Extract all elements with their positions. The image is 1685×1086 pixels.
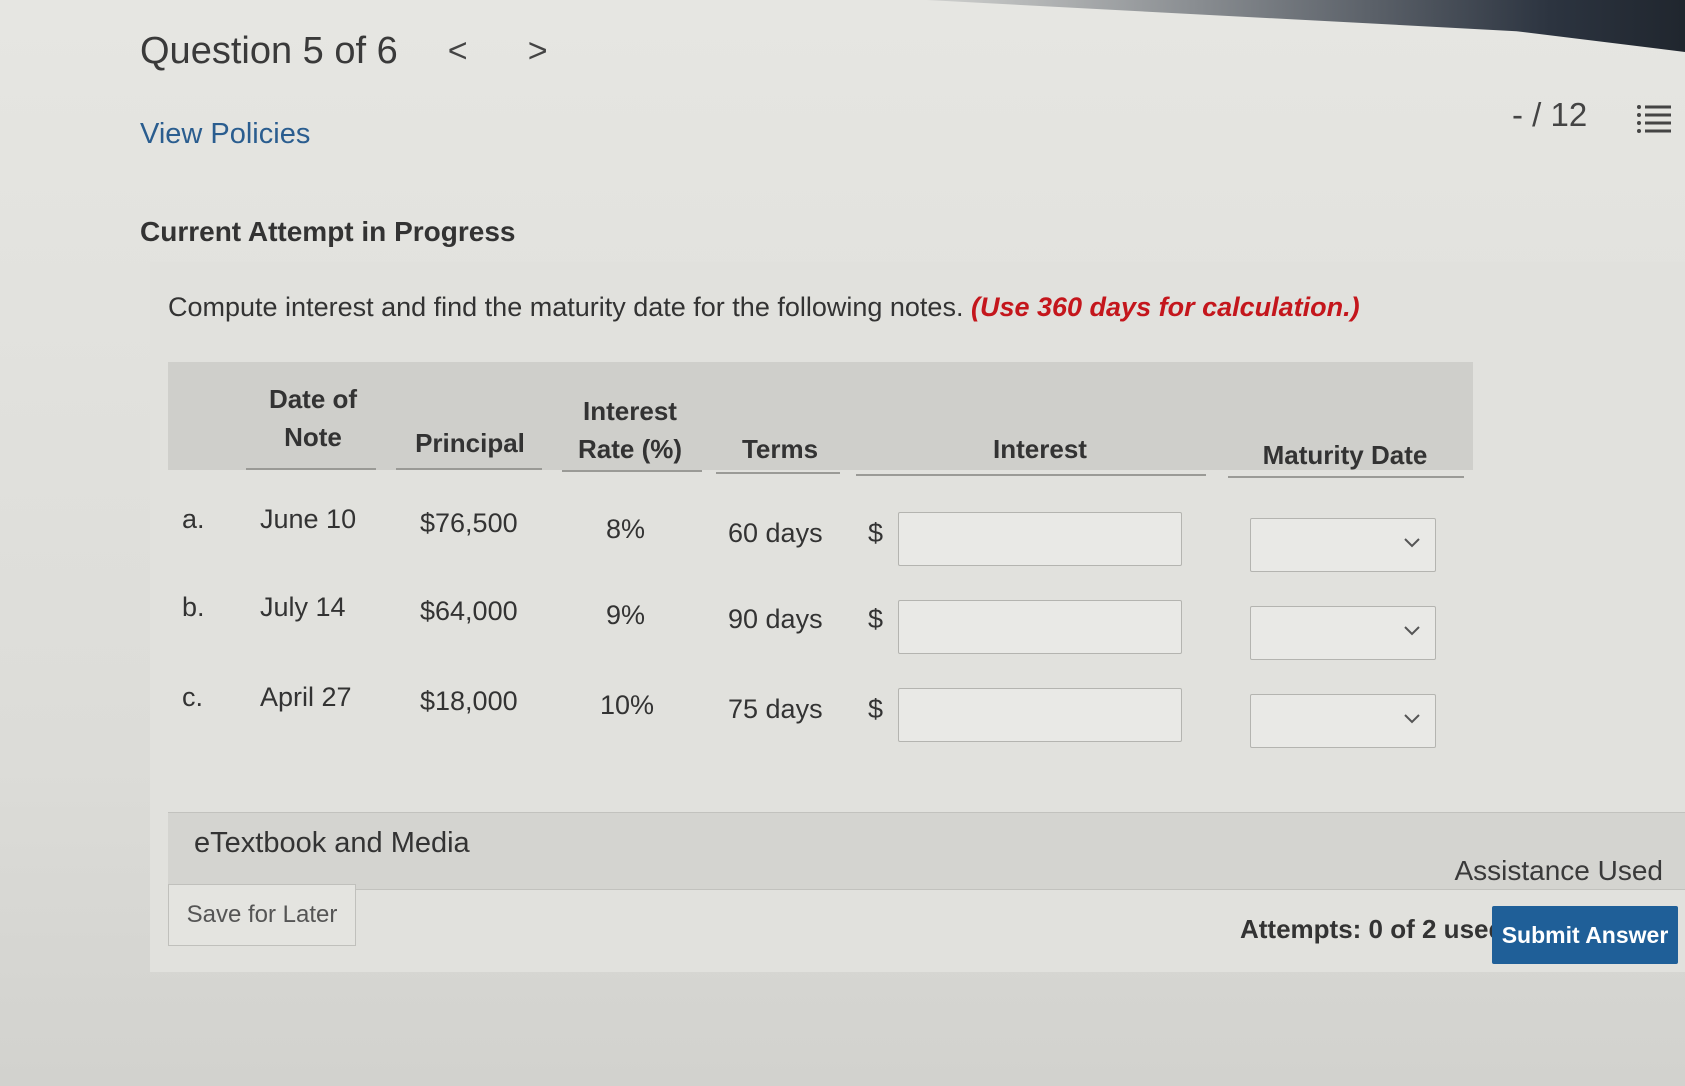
currency-symbol: $ <box>868 604 884 634</box>
header-terms: Terms <box>741 434 819 464</box>
row-terms: 75 days <box>728 694 823 724</box>
question-label: Question 5 of 6 <box>140 30 398 72</box>
header-underline <box>562 470 702 472</box>
submit-answer-button[interactable]: Submit Answer <box>1492 906 1678 964</box>
previous-question-button[interactable]: < <box>438 32 478 71</box>
etextbook-media-link[interactable]: eTextbook and Media <box>194 827 470 860</box>
maturity-date-select-c[interactable] <box>1250 694 1436 748</box>
row-label: b. <box>182 592 205 622</box>
header-interest: Interest <box>993 434 1087 464</box>
row-terms: 60 days <box>728 518 823 548</box>
instructions-text: Compute interest and find the maturity d… <box>168 292 964 322</box>
view-policies-link[interactable]: View Policies <box>140 118 310 151</box>
header-date-of-note: Date of Note <box>248 380 378 456</box>
header-underline <box>1228 476 1464 478</box>
assistance-used-label: Assistance Used <box>1454 855 1663 886</box>
attempts-counter: Attempts: 0 of 2 used <box>1240 914 1505 944</box>
score-display: - / 12 <box>1512 96 1588 133</box>
row-rate: 8% <box>606 514 646 544</box>
header-underline <box>246 468 376 470</box>
header-date-line2: Note <box>284 422 342 452</box>
etextbook-media-bar: eTextbook and Media Assistance Used <box>168 812 1685 890</box>
header-rate-line2: Rate (%) <box>577 434 682 464</box>
instructions-note: (Use 360 days for calculation.) <box>970 292 1360 322</box>
attempt-status-title: Current Attempt in Progress <box>140 216 516 247</box>
row-date: April 27 <box>260 682 352 712</box>
header-interest-rate: Interest Rate (%) <box>560 392 700 468</box>
currency-symbol: $ <box>868 694 884 724</box>
question-instructions: Compute interest and find the maturity d… <box>168 292 1360 323</box>
question-list-icon[interactable] <box>1636 102 1672 136</box>
maturity-date-select-a[interactable] <box>1250 518 1436 572</box>
interest-input-a[interactable] <box>898 512 1182 566</box>
page: Question 5 of 6 < > View Policies - / 12… <box>0 0 1685 1086</box>
header-principal: Principal <box>415 428 525 458</box>
row-label: a. <box>182 504 205 534</box>
interest-input-c[interactable] <box>898 688 1182 742</box>
header-date-line1: Date of <box>268 384 358 414</box>
next-question-button[interactable]: > <box>518 32 558 71</box>
row-terms: 90 days <box>728 604 823 634</box>
header-underline <box>396 468 542 470</box>
maturity-date-select-b[interactable] <box>1250 606 1436 660</box>
header-maturity-date: Maturity Date <box>1262 440 1428 470</box>
row-principal: $64,000 <box>420 596 518 626</box>
question-header: Question 5 of 6 < > <box>140 30 558 73</box>
row-date: July 14 <box>260 592 346 622</box>
row-date: June 10 <box>260 504 357 534</box>
save-for-later-button[interactable]: Save for Later <box>168 884 356 946</box>
header-rate-line1: Interest <box>583 396 677 426</box>
header-underline <box>856 474 1206 476</box>
chevron-down-icon <box>1404 538 1420 548</box>
row-principal: $76,500 <box>420 508 518 538</box>
row-label: c. <box>182 682 204 712</box>
chevron-down-icon <box>1404 626 1420 636</box>
chevron-down-icon <box>1404 714 1420 724</box>
row-principal: $18,000 <box>420 686 518 716</box>
header-underline <box>716 472 840 474</box>
interest-input-b[interactable] <box>898 600 1182 654</box>
currency-symbol: $ <box>868 518 884 548</box>
row-rate: 10% <box>600 690 655 720</box>
row-rate: 9% <box>606 600 646 630</box>
